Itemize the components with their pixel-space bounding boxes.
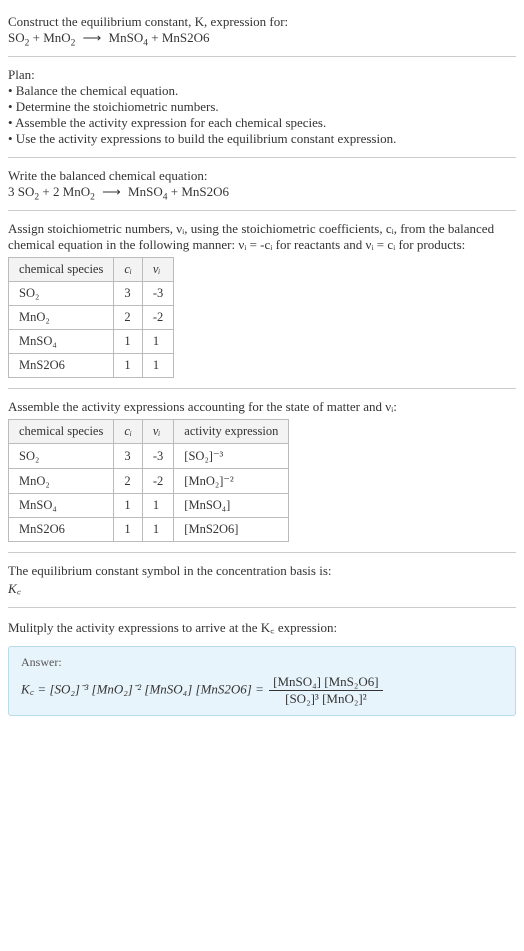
plan-b4: • Use the activity expressions to build … — [8, 131, 516, 147]
prompt-block: Construct the equilibrium constant, K, e… — [8, 8, 516, 52]
cell-species: MnSO₄ — [9, 494, 114, 518]
cell-species: SO₂ — [9, 282, 114, 306]
cell-ci: 3 — [114, 282, 143, 306]
multiply-block: Mulitply the activity expressions to arr… — [8, 612, 516, 642]
activity-table: chemical species cᵢ νᵢ activity expressi… — [8, 419, 289, 542]
col-species: chemical species — [9, 420, 114, 444]
cell-species: MnS2O6 — [9, 518, 114, 542]
answer-lhs: K꜀ = [SO₂]⁻³ [MnO₂]⁻² [MnSO₄] [MnS2O6] = — [21, 681, 267, 696]
table-row: MnSO₄ 1 1 — [9, 330, 174, 354]
cell-ci: 1 — [114, 354, 143, 378]
cell-ci: 3 — [114, 444, 143, 469]
assemble-block: Assemble the activity expressions accoun… — [8, 393, 516, 548]
cell-species: MnS2O6 — [9, 354, 114, 378]
assemble-text: Assemble the activity expressions accoun… — [8, 399, 516, 415]
divider — [8, 157, 516, 158]
cell-ci: 1 — [114, 494, 143, 518]
eq-mnso4: MnSO4 — [109, 30, 148, 45]
cell-activity: [MnS2O6] — [174, 518, 289, 542]
divider — [8, 552, 516, 553]
arrow-icon: ⟶ — [79, 30, 106, 45]
cell-vi: -2 — [142, 469, 173, 494]
table-row: SO₂ 3 -3 [SO₂]⁻³ — [9, 444, 289, 469]
prompt-equation: SO2 + MnO2 ⟶ MnSO4 + MnS2O6 — [8, 30, 516, 46]
table-header-row: chemical species cᵢ νᵢ activity expressi… — [9, 420, 289, 444]
eq-so2: SO2 — [8, 30, 29, 45]
cell-species: MnO₂ — [9, 306, 114, 330]
eq-mno2: + MnO2 — [33, 30, 76, 45]
answer-expression: K꜀ = [SO₂]⁻³ [MnO₂]⁻² [MnSO₄] [MnS2O6] =… — [21, 674, 503, 707]
cell-activity: [SO₂]⁻³ — [174, 444, 289, 469]
assign-block: Assign stoichiometric numbers, νᵢ, using… — [8, 215, 516, 384]
beq-mns2o6: + MnS2O6 — [171, 184, 229, 199]
col-activity: activity expression — [174, 420, 289, 444]
plan-block: Plan: • Balance the chemical equation. •… — [8, 61, 516, 153]
cell-ci: 2 — [114, 306, 143, 330]
eq-mns2o6: + MnS2O6 — [151, 30, 209, 45]
fraction-numerator: [MnSO₄] [MnS₂O6] — [269, 674, 383, 691]
table-header-row: chemical species cᵢ νᵢ — [9, 258, 174, 282]
table-row: MnS2O6 1 1 [MnS2O6] — [9, 518, 289, 542]
kc-symbol: K꜀ — [8, 579, 516, 597]
col-species: chemical species — [9, 258, 114, 282]
cell-species: MnO₂ — [9, 469, 114, 494]
answer-fraction: [MnSO₄] [MnS₂O6] [SO₂]³ [MnO₂]² — [269, 674, 383, 707]
beq-mno2: + 2 MnO2 — [42, 184, 95, 199]
divider — [8, 210, 516, 211]
multiply-text: Mulitply the activity expressions to arr… — [8, 618, 516, 636]
table-row: SO₂ 3 -3 — [9, 282, 174, 306]
beq-mnso4: MnSO4 — [128, 184, 167, 199]
symbol-text: The equilibrium constant symbol in the c… — [8, 563, 516, 579]
cell-ci: 1 — [114, 330, 143, 354]
assign-text: Assign stoichiometric numbers, νᵢ, using… — [8, 221, 516, 253]
table-row: MnO₂ 2 -2 [MnO₂]⁻² — [9, 469, 289, 494]
table-row: MnO₂ 2 -2 — [9, 306, 174, 330]
cell-vi: -3 — [142, 444, 173, 469]
cell-species: SO₂ — [9, 444, 114, 469]
divider — [8, 56, 516, 57]
balanced-title: Write the balanced chemical equation: — [8, 168, 516, 184]
answer-box: Answer: K꜀ = [SO₂]⁻³ [MnO₂]⁻² [MnSO₄] [M… — [8, 646, 516, 716]
beq-so2: 3 SO2 — [8, 184, 39, 199]
cell-activity: [MnO₂]⁻² — [174, 469, 289, 494]
plan-b3: • Assemble the activity expression for e… — [8, 115, 516, 131]
prompt-line1: Construct the equilibrium constant, K, e… — [8, 14, 516, 30]
table-row: MnSO₄ 1 1 [MnSO₄] — [9, 494, 289, 518]
cell-vi: -2 — [142, 306, 173, 330]
divider — [8, 607, 516, 608]
balanced-equation: 3 SO2 + 2 MnO2 ⟶ MnSO4 + MnS2O6 — [8, 184, 516, 200]
cell-ci: 1 — [114, 518, 143, 542]
stoich-table: chemical species cᵢ νᵢ SO₂ 3 -3 MnO₂ 2 -… — [8, 257, 174, 378]
cell-ci: 2 — [114, 469, 143, 494]
answer-label: Answer: — [21, 655, 503, 670]
col-ci: cᵢ — [114, 420, 143, 444]
cell-species: MnSO₄ — [9, 330, 114, 354]
col-vi: νᵢ — [142, 258, 173, 282]
cell-vi: 1 — [142, 330, 173, 354]
arrow-icon: ⟶ — [98, 184, 125, 199]
col-ci: cᵢ — [114, 258, 143, 282]
col-vi: νᵢ — [142, 420, 173, 444]
cell-vi: -3 — [142, 282, 173, 306]
cell-vi: 1 — [142, 494, 173, 518]
cell-vi: 1 — [142, 518, 173, 542]
cell-vi: 1 — [142, 354, 173, 378]
balanced-block: Write the balanced chemical equation: 3 … — [8, 162, 516, 206]
plan-b1: • Balance the chemical equation. — [8, 83, 516, 99]
plan-b2: • Determine the stoichiometric numbers. — [8, 99, 516, 115]
cell-activity: [MnSO₄] — [174, 494, 289, 518]
plan-title: Plan: — [8, 67, 516, 83]
fraction-denominator: [SO₂]³ [MnO₂]² — [269, 691, 383, 707]
table-row: MnS2O6 1 1 — [9, 354, 174, 378]
symbol-block: The equilibrium constant symbol in the c… — [8, 557, 516, 603]
divider — [8, 388, 516, 389]
